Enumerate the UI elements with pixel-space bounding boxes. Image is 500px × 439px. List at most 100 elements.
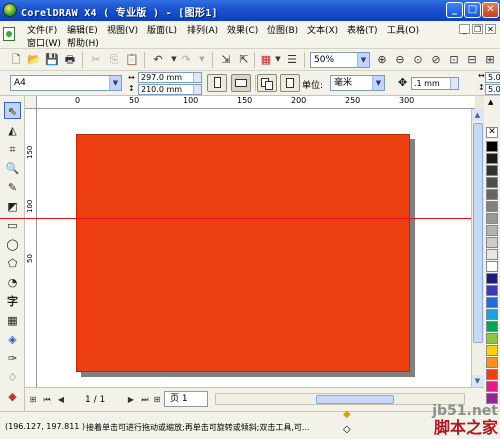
portrait-button[interactable] <box>207 74 227 92</box>
color-swatch[interactable] <box>486 333 498 344</box>
zoom-page-icon[interactable]: ⊡ <box>446 52 462 67</box>
paste-icon[interactable]: 📋 <box>124 52 140 67</box>
menu-bitmaps[interactable]: 位图(B) <box>267 23 298 36</box>
zoom-out-icon[interactable]: ⊖ <box>392 52 408 67</box>
color-swatch[interactable] <box>486 213 498 224</box>
document-navigator-icon[interactable]: ⊞ <box>27 393 39 406</box>
ellipse-tool-icon[interactable]: ◯ <box>4 236 21 253</box>
doc-close-button[interactable]: ✕ <box>485 24 496 34</box>
duplicate-x-field[interactable]: 5.0 <box>485 72 500 83</box>
redo-dropdown-icon[interactable]: ▼ <box>194 52 210 67</box>
add-page-icon[interactable]: ⊞ <box>151 393 163 406</box>
menu-file[interactable]: 文件(F) <box>27 23 57 36</box>
all-pages-button[interactable] <box>257 74 277 92</box>
color-swatch[interactable] <box>486 141 498 152</box>
landscape-button[interactable] <box>231 74 251 92</box>
ruler-origin[interactable] <box>25 96 37 109</box>
color-swatch[interactable] <box>486 381 498 392</box>
zoom-height-icon[interactable]: ⊞ <box>482 52 498 67</box>
palette-scroll-up-icon[interactable]: ▲ <box>488 98 493 106</box>
color-swatch[interactable] <box>486 165 498 176</box>
color-swatch[interactable] <box>486 309 498 320</box>
vertical-scroll-thumb[interactable] <box>473 123 483 343</box>
rectangle-tool-icon[interactable]: ▭ <box>4 217 21 234</box>
color-swatch[interactable] <box>486 153 498 164</box>
paper-height-field[interactable]: 210.0 mm <box>138 84 202 95</box>
table-tool-icon[interactable]: ▦ <box>4 312 21 329</box>
menu-arrange[interactable]: 排列(A) <box>187 23 218 36</box>
welcome-screen-icon[interactable]: ☰ <box>284 52 300 67</box>
color-swatch[interactable] <box>486 297 498 308</box>
first-page-icon[interactable]: ⏮ <box>41 393 53 406</box>
color-swatch[interactable] <box>486 273 498 284</box>
page-tab[interactable]: 页 1 <box>164 391 208 407</box>
color-swatch[interactable] <box>486 321 498 332</box>
zoom-tool-icon[interactable]: 🔍 <box>4 160 21 177</box>
freehand-tool-icon[interactable]: ✎ <box>4 179 21 196</box>
menu-help[interactable]: 帮助(H) <box>67 36 99 49</box>
color-swatch[interactable] <box>486 285 498 296</box>
smart-fill-tool-icon[interactable]: ◩ <box>4 198 21 215</box>
no-color-swatch[interactable]: ✕ <box>486 127 498 138</box>
document-icon[interactable] <box>3 27 15 41</box>
menu-effects[interactable]: 效果(C) <box>227 23 258 36</box>
color-swatch[interactable] <box>486 237 498 248</box>
horizontal-ruler[interactable]: 0 50 100 150 200 250 300 <box>37 96 475 109</box>
cut-icon[interactable]: ✂ <box>88 52 104 67</box>
undo-icon[interactable]: ↶ <box>150 52 166 67</box>
duplicate-y-field[interactable]: 5.0 <box>485 84 500 95</box>
current-page-button[interactable] <box>280 74 300 92</box>
color-swatch[interactable] <box>486 249 498 260</box>
zoom-all-objects-icon[interactable]: ⊘ <box>428 52 444 67</box>
previous-page-icon[interactable]: ◀ <box>55 393 67 406</box>
nudge-offset-field[interactable]: .1 mm <box>411 77 459 90</box>
zoom-in-icon[interactable]: ⊕ <box>374 52 390 67</box>
color-swatch[interactable] <box>486 201 498 212</box>
color-swatch[interactable] <box>486 369 498 380</box>
new-icon[interactable]: 🗋 <box>8 52 24 67</box>
shape-tool-icon[interactable]: ◭ <box>4 122 21 139</box>
menu-layout[interactable]: 版面(L) <box>147 23 177 36</box>
menu-tools[interactable]: 工具(O) <box>387 23 419 36</box>
menu-window[interactable]: 窗口(W) <box>27 36 61 49</box>
close-button[interactable]: ✕ <box>482 2 499 18</box>
color-swatch[interactable] <box>486 261 498 272</box>
crop-tool-icon[interactable]: ⌗ <box>4 141 21 158</box>
doc-restore-button[interactable]: ❐ <box>472 24 483 34</box>
orange-rectangle[interactable] <box>76 134 410 372</box>
redo-icon[interactable]: ↷ <box>178 52 194 67</box>
basic-shapes-tool-icon[interactable]: ◔ <box>4 274 21 291</box>
units-select[interactable]: 毫米 ▼ <box>330 75 385 91</box>
paper-size-select[interactable]: A4 ▼ <box>10 75 122 91</box>
import-icon[interactable]: ⇲ <box>218 52 234 67</box>
doc-minimize-button[interactable]: _ <box>459 24 470 34</box>
color-swatch[interactable] <box>486 225 498 236</box>
minimize-button[interactable]: _ <box>446 2 463 18</box>
color-swatch[interactable] <box>486 177 498 188</box>
paper-width-field[interactable]: 297.0 mm <box>138 72 202 83</box>
menu-text[interactable]: 文本(X) <box>307 23 338 36</box>
pick-tool-icon[interactable]: ⇖ <box>4 102 21 119</box>
polygon-tool-icon[interactable]: ⬠ <box>4 255 21 272</box>
zoom-selected-icon[interactable]: ⊙ <box>410 52 426 67</box>
zoom-width-icon[interactable]: ⊟ <box>464 52 480 67</box>
menu-view[interactable]: 视图(V) <box>107 23 138 36</box>
export-icon[interactable]: ⇱ <box>236 52 252 67</box>
save-icon[interactable]: 💾 <box>44 52 60 67</box>
eyedropper-tool-icon[interactable]: ✑ <box>4 350 21 367</box>
vertical-ruler[interactable]: 150 100 50 <box>25 109 37 387</box>
maximize-button[interactable]: □ <box>464 2 481 18</box>
copy-icon[interactable]: ⎘ <box>106 52 122 67</box>
color-swatch[interactable] <box>486 345 498 356</box>
scroll-down-icon[interactable]: ▼ <box>472 375 483 387</box>
fill-tool-icon[interactable]: ◆ <box>4 388 21 405</box>
menu-edit[interactable]: 编辑(E) <box>67 23 98 36</box>
color-swatch[interactable] <box>486 357 498 368</box>
horizontal-guideline[interactable] <box>0 218 475 219</box>
interactive-blend-tool-icon[interactable]: ◈ <box>4 331 21 348</box>
print-icon[interactable]: 🖶 <box>62 52 78 67</box>
zoom-levels-select[interactable]: 50% ▼ <box>310 52 370 68</box>
open-icon[interactable]: 📂 <box>26 52 42 67</box>
vertical-scrollbar[interactable]: ▲ ▼ <box>471 109 483 387</box>
scroll-up-icon[interactable]: ▲ <box>472 109 483 121</box>
